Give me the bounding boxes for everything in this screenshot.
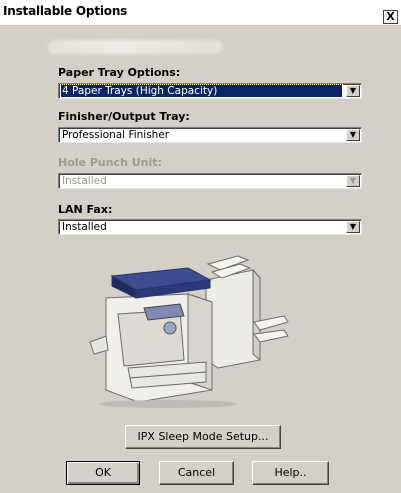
close-icon[interactable]: X bbox=[383, 10, 398, 24]
blurred-header-text bbox=[48, 40, 223, 54]
sleep-mode-setup-button[interactable]: IPX Sleep Mode Setup... bbox=[125, 425, 281, 449]
chevron-down-icon[interactable]: ▼ bbox=[346, 221, 360, 233]
ok-button[interactable]: OK bbox=[66, 461, 140, 485]
chevron-down-icon[interactable]: ▼ bbox=[346, 129, 360, 141]
finisher-label: Finisher/Output Tray: bbox=[58, 110, 190, 123]
hole-punch-label: Hole Punch Unit: bbox=[58, 156, 162, 169]
paper-tray-select[interactable]: 4 Paper Trays (High Capacity) ▼ bbox=[58, 83, 362, 99]
finisher-select[interactable]: Professional Finisher ▼ bbox=[58, 127, 362, 143]
finisher-value: Professional Finisher bbox=[62, 129, 170, 141]
help-button[interactable]: Help.. bbox=[252, 461, 329, 485]
hole-punch-select: Installed ▼ bbox=[58, 173, 362, 189]
chevron-down-icon[interactable]: ▼ bbox=[346, 85, 360, 97]
paper-tray-label: Paper Tray Options: bbox=[58, 66, 181, 79]
cancel-button[interactable]: Cancel bbox=[159, 461, 234, 485]
paper-tray-value: 4 Paper Trays (High Capacity) bbox=[60, 84, 343, 98]
lan-fax-value: Installed bbox=[62, 221, 107, 233]
title-bar: Installable Options X bbox=[0, 0, 401, 26]
window-title: Installable Options bbox=[3, 4, 128, 18]
hole-punch-value: Installed bbox=[62, 175, 107, 187]
chevron-down-icon: ▼ bbox=[346, 175, 360, 187]
lan-fax-label: LAN Fax: bbox=[58, 203, 113, 216]
lan-fax-select[interactable]: Installed ▼ bbox=[58, 219, 362, 235]
printer-illustration bbox=[89, 255, 289, 408]
